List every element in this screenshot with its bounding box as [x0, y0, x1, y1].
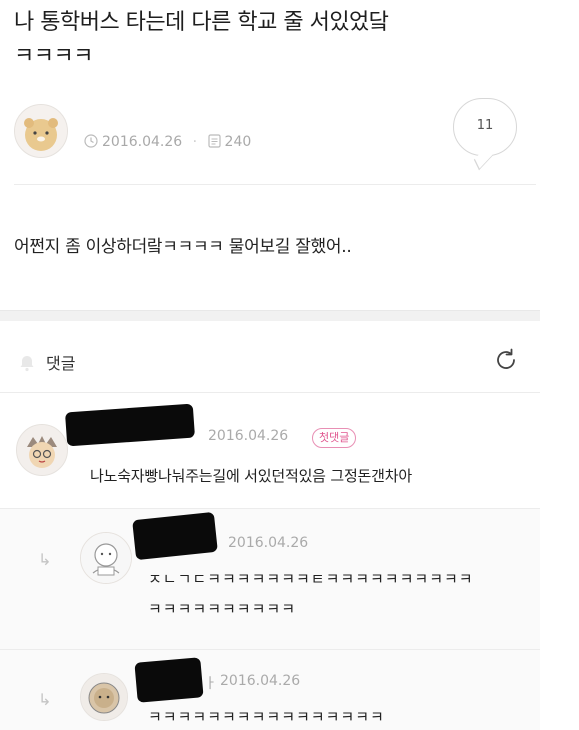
reply-text-line1: ㅋㅋㅋㅋㅋㅋㅋㅋㅋㅋㅋㅋㅋㅋㅋㅋ: [148, 708, 385, 726]
reply-arrow-icon: ↳: [38, 690, 52, 709]
comment-count-bubble[interactable]: 11: [453, 98, 517, 171]
post-title-line1: 나 통학버스 타는데 다른 학교 줄 서있었닼: [14, 10, 389, 35]
refresh-icon[interactable]: [492, 346, 520, 374]
comment-text: 나노숙자빵나눠주는길에 서있던적있음 그정돈갠차아: [90, 467, 412, 485]
reply-avatar[interactable]: [80, 673, 128, 721]
comment-date: 2016.04.26: [208, 428, 289, 444]
commenter-avatar[interactable]: [16, 424, 68, 476]
clock-icon: [84, 134, 98, 152]
redacted-username: [64, 403, 196, 447]
comments-header: 댓글: [18, 350, 75, 376]
meta-separator: ·: [192, 134, 198, 150]
reply-username-suffix: ㅏ: [204, 676, 217, 692]
first-comment-badge: 첫댓글: [312, 428, 357, 448]
bell-icon: [18, 354, 36, 376]
author-avatar[interactable]: [14, 104, 68, 158]
document-icon: [207, 134, 221, 152]
post-views: 240: [224, 134, 252, 150]
reply-arrow-icon: ↳: [38, 550, 52, 569]
post-meta: 2016.04.26 · 240: [84, 134, 251, 152]
reply-text-line2: ㅋㅋㅋㅋㅋㅋㅋㅋㅋㅋ: [148, 600, 297, 618]
reply-text-line1: ㅈㄴㄱㄷㅋㅋㅋㅋㅋㅋㅋㅌㅋㅋㅋㅋㅋㅋㅋㅋㅋㅋ: [148, 570, 474, 588]
bubble-tail: [473, 144, 494, 171]
redacted-username: [132, 511, 218, 561]
comments-header-label: 댓글: [46, 354, 76, 373]
reply-avatar[interactable]: [80, 532, 132, 584]
reply-date: 2016.04.26: [228, 535, 309, 551]
comment-count: 11: [476, 118, 494, 133]
post-title: 나 통학버스 타는데 다른 학교 줄 서있었닼 ㅋㅋㅋㅋ: [14, 6, 534, 74]
post-title-line2: ㅋㅋㅋㅋ: [14, 44, 93, 69]
redacted-username: [134, 657, 204, 703]
post-date: 2016.04.26: [102, 134, 183, 150]
section-separator: [0, 310, 540, 321]
divider: [0, 392, 540, 393]
post-body: 어쩐지 좀 이상하더랔ㅋㅋㅋㅋ 물어보길 잘했어..: [14, 237, 352, 257]
divider: [14, 184, 536, 185]
reply-date: 2016.04.26: [220, 673, 301, 689]
